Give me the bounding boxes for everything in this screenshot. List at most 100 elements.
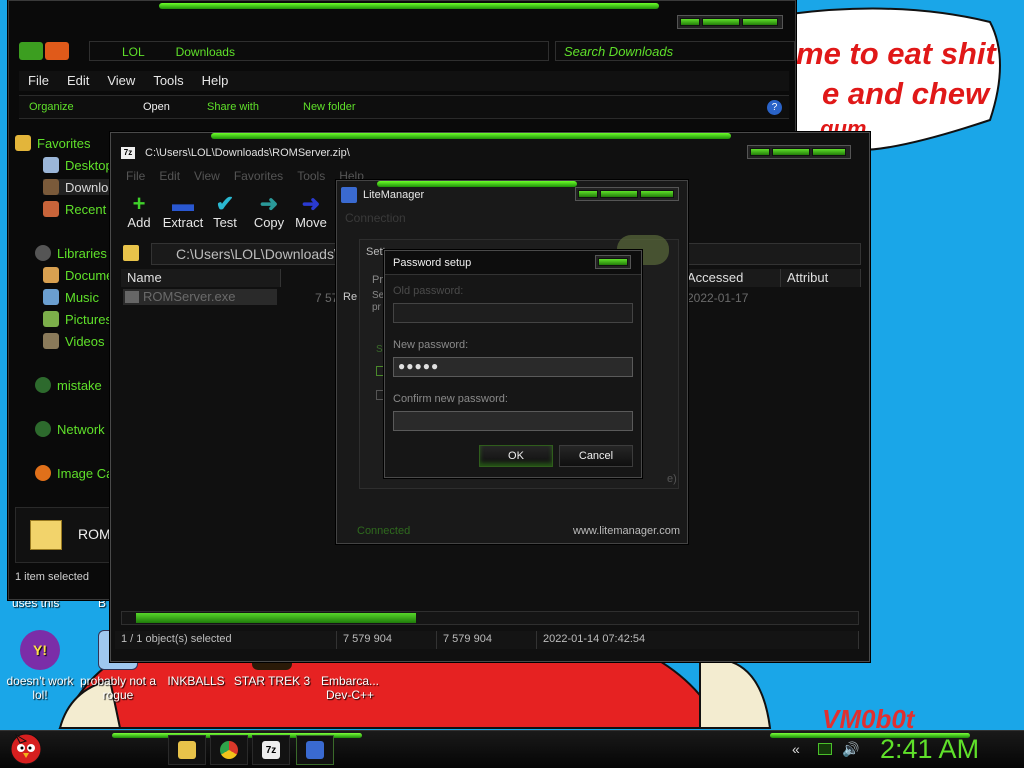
new-password-field[interactable]: ●●●●● — [393, 357, 633, 377]
minimize-button[interactable] — [750, 148, 770, 156]
desktop-icon — [43, 157, 59, 173]
search-input[interactable]: Search Downloads — [555, 41, 795, 61]
share-with-button[interactable]: Share with — [207, 101, 259, 113]
ok-button[interactable]: OK — [479, 445, 553, 467]
window-controls[interactable] — [575, 187, 679, 201]
clock[interactable]: 2:41 AM — [880, 734, 979, 765]
column-name[interactable]: Name — [121, 269, 281, 287]
confirm-password-field[interactable] — [393, 411, 633, 431]
move-button[interactable]: ➜ Move — [287, 191, 335, 231]
cancel-button[interactable]: Cancel — [559, 445, 633, 467]
nav-desktop[interactable]: Desktop — [43, 157, 113, 173]
window-controls[interactable] — [747, 145, 851, 159]
nav-mistake[interactable]: mistake — [35, 377, 102, 393]
nav-downloads[interactable]: Downloads — [43, 179, 117, 195]
maximize-button[interactable] — [600, 190, 638, 198]
menu-tools[interactable]: Tools — [290, 169, 332, 183]
tray-expand-icon[interactable]: « — [792, 741, 800, 757]
breadcrumb-current[interactable]: Downloads — [176, 45, 235, 59]
menu-tools[interactable]: Tools — [144, 71, 192, 91]
angry-bird-icon — [10, 733, 42, 765]
pr-fragment: pr — [372, 302, 381, 313]
organize-button[interactable]: Organize — [29, 101, 74, 113]
menu-file[interactable]: File — [19, 71, 58, 91]
menu-edit[interactable]: Edit — [152, 169, 187, 183]
window-title: LiteManager — [363, 189, 425, 201]
taskbar-explorer[interactable] — [168, 735, 206, 765]
nav-recent-label: Recent — [65, 202, 107, 217]
nav-favorites[interactable]: Favorites — [15, 135, 90, 151]
move-arrow-icon: ➜ — [301, 191, 321, 216]
taskbar-litemanager[interactable] — [296, 735, 334, 765]
explorer-taskbar-icon — [178, 741, 196, 759]
add-button[interactable]: + Add — [115, 191, 163, 231]
password-setup-dialog: Password setup Old password: New passwor… — [384, 250, 642, 478]
taskbar-7zip[interactable]: 7z — [252, 735, 290, 765]
menu-view[interactable]: View — [98, 71, 144, 91]
address-bar[interactable]: LOL Downloads — [89, 41, 549, 61]
menu-view[interactable]: View — [187, 169, 227, 183]
close-button[interactable] — [742, 18, 778, 26]
music-icon — [43, 289, 59, 305]
status-modified: 2022-01-14 07:42:54 — [537, 631, 859, 649]
nav-recent[interactable]: Recent — [43, 201, 106, 217]
network-tray-icon[interactable] — [818, 743, 832, 755]
menu-favorites[interactable]: Favorites — [227, 169, 290, 183]
window-title: C:\Users\LOL\Downloads\ROMServer.zip\ — [145, 147, 350, 159]
nav-pictures[interactable]: Pictures — [43, 311, 112, 327]
forward-button[interactable] — [45, 42, 69, 60]
plus-icon: + — [132, 191, 146, 216]
file-row[interactable]: ROMServer.exe — [123, 289, 277, 305]
copy-label: Copy — [253, 215, 285, 230]
start-button[interactable] — [6, 727, 46, 767]
back-button[interactable] — [19, 42, 43, 60]
window-controls[interactable] — [677, 15, 783, 29]
close-button[interactable] — [595, 255, 631, 269]
breadcrumb-root[interactable]: LOL — [122, 45, 144, 59]
close-glow — [598, 258, 628, 266]
website-link[interactable]: www.litemanager.com — [573, 525, 680, 537]
new-password-label: New password: — [393, 339, 469, 351]
maximize-button[interactable] — [702, 18, 740, 26]
network-icon — [35, 421, 51, 437]
title-glow — [159, 3, 659, 9]
litemanager-app-icon — [341, 187, 357, 203]
horizontal-scrollbar[interactable] — [121, 611, 859, 625]
folder-up-icon[interactable] — [123, 245, 139, 261]
minimize-button[interactable] — [578, 190, 598, 198]
nav-videos[interactable]: Videos — [43, 333, 105, 349]
taskbar-chrome[interactable] — [210, 735, 248, 765]
dialog-title: Password setup — [393, 257, 472, 269]
nav-libraries[interactable]: Libraries — [35, 245, 107, 261]
close-button[interactable] — [640, 190, 674, 198]
nav-image-capture[interactable]: Image Ca — [35, 465, 113, 481]
menu-help[interactable]: Help — [193, 71, 238, 91]
connection-tab[interactable]: Connection — [345, 211, 406, 225]
column-attributes[interactable]: Attribut — [781, 269, 861, 287]
copy-button[interactable]: ➜ Copy — [245, 193, 293, 231]
desktop-icon-yahoo[interactable]: Y! doesn't work lol! — [0, 630, 80, 702]
menu-edit[interactable]: Edit — [58, 71, 98, 91]
minimize-button[interactable] — [680, 18, 700, 26]
open-button[interactable]: Open — [143, 101, 170, 113]
nav-network[interactable]: Network — [35, 421, 105, 437]
speech-line-1: me to eat shit — [796, 36, 996, 71]
extract-button[interactable]: ▬ Extract — [159, 191, 207, 231]
nav-music[interactable]: Music — [43, 289, 99, 305]
new-folder-button[interactable]: New folder — [303, 101, 356, 113]
menu-file[interactable]: File — [119, 169, 152, 183]
dialog-titlebar: Password setup — [385, 251, 641, 275]
column-accessed[interactable]: Accessed — [681, 269, 781, 287]
test-button[interactable]: ✔ Test — [201, 193, 249, 231]
nav-image-capture-label: Image Ca — [57, 466, 114, 481]
scrollbar-thumb[interactable] — [136, 613, 416, 623]
minus-icon: ▬ — [172, 191, 194, 216]
help-icon[interactable]: ? — [767, 100, 782, 115]
maximize-button[interactable] — [772, 148, 810, 156]
taskbar: 7z « 🔊 2:41 AM — [0, 730, 1024, 768]
yahoo-messenger-icon: Y! — [20, 630, 60, 670]
zip-file-icon — [30, 520, 62, 550]
litemanager-taskbar-icon — [306, 741, 324, 759]
close-button[interactable] — [812, 148, 846, 156]
volume-icon[interactable]: 🔊 — [842, 741, 859, 758]
